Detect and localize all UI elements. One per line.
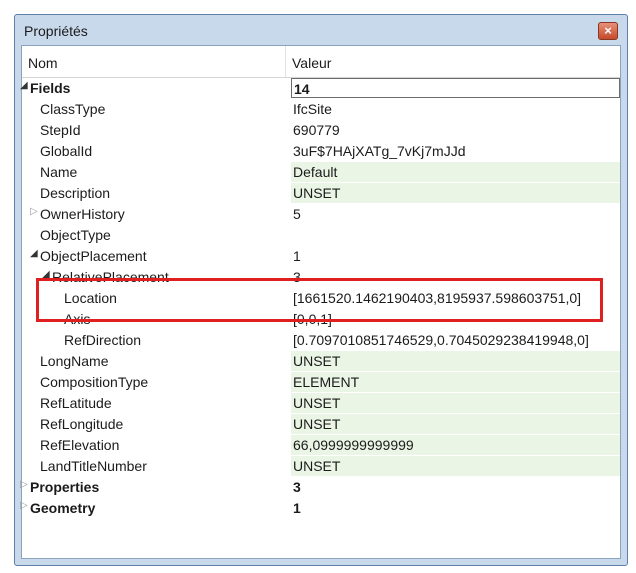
property-row[interactable]: LongName UNSET bbox=[22, 351, 620, 371]
property-value-cell[interactable]: UNSET bbox=[291, 393, 620, 413]
column-header-value[interactable]: Valeur bbox=[292, 55, 331, 71]
expand-arrow-icon[interactable]: ▷ bbox=[20, 479, 28, 490]
property-name: Name bbox=[40, 164, 78, 180]
property-row[interactable]: Description UNSET bbox=[22, 183, 620, 203]
property-value-cell[interactable]: IfcSite bbox=[291, 99, 620, 119]
property-name: Fields bbox=[30, 80, 71, 96]
property-value-cell[interactable]: 3 bbox=[291, 267, 620, 287]
property-name: CompositionType bbox=[40, 374, 149, 390]
property-grid: Nom Valeur ◢ Fields 14 ClassType IfcSite Step… bbox=[20, 45, 621, 559]
property-name: Properties bbox=[30, 479, 100, 495]
property-name: Description bbox=[40, 185, 111, 201]
expand-arrow-icon[interactable]: ▷ bbox=[30, 206, 38, 217]
property-row[interactable]: RefElevation 66,0999999999999 bbox=[22, 435, 620, 455]
property-row[interactable]: CompositionType ELEMENT bbox=[22, 372, 620, 392]
property-row[interactable]: ▷ OwnerHistory 5 bbox=[22, 204, 620, 224]
property-value-cell[interactable]: 14 bbox=[291, 78, 620, 98]
property-value: UNSET bbox=[293, 458, 341, 474]
property-value-cell[interactable]: [0.7097010851746529,0.7045029238419948,0… bbox=[291, 330, 620, 350]
property-row[interactable]: ObjectType bbox=[22, 225, 620, 245]
property-value: Default bbox=[293, 164, 338, 180]
property-name: LongName bbox=[40, 353, 109, 369]
properties-window: Propriétés × Nom Valeur ◢ Fields 14 ClassTy… bbox=[14, 14, 628, 566]
property-value-cell[interactable]: 690779 bbox=[291, 120, 620, 140]
property-value-cell[interactable]: [1661520.1462190403,8195937.598603751,0] bbox=[291, 288, 620, 308]
property-value: [1661520.1462190403,8195937.598603751,0] bbox=[293, 290, 582, 306]
property-value-cell[interactable]: UNSET bbox=[291, 414, 620, 434]
property-name: Geometry bbox=[30, 500, 96, 516]
property-name: ObjectType bbox=[40, 227, 111, 243]
property-name: RelativePlacement bbox=[52, 269, 169, 285]
property-row[interactable]: Axis [0,0,1] bbox=[22, 309, 620, 329]
expand-arrow-icon[interactable]: ▷ bbox=[20, 500, 28, 511]
property-value-cell[interactable]: UNSET bbox=[291, 456, 620, 476]
property-value-cell[interactable]: 1 bbox=[291, 498, 620, 518]
property-name: Location bbox=[64, 290, 117, 306]
property-value: 690779 bbox=[293, 122, 340, 138]
property-value-cell[interactable]: 3uF$7HAjXATg_7vKj7mJJd bbox=[291, 141, 620, 161]
property-value: 14 bbox=[294, 81, 310, 97]
property-value: UNSET bbox=[293, 185, 341, 201]
property-row[interactable]: StepId 690779 bbox=[22, 120, 620, 140]
property-value: UNSET bbox=[293, 395, 341, 411]
property-row[interactable]: Location [1661520.1462190403,8195937.5986… bbox=[22, 288, 620, 308]
property-value-cell[interactable]: [0,0,1] bbox=[291, 309, 620, 329]
property-value: 1 bbox=[293, 248, 301, 264]
property-value: 3 bbox=[293, 269, 301, 285]
property-name: LandTitleNumber bbox=[40, 458, 147, 474]
property-value-cell[interactable]: 5 bbox=[291, 204, 620, 224]
property-value: UNSET bbox=[293, 416, 341, 432]
property-row[interactable]: ▷ Properties 3 bbox=[20, 477, 620, 497]
property-value-cell[interactable]: 1 bbox=[291, 246, 620, 266]
property-value: UNSET bbox=[293, 353, 341, 369]
property-value: ELEMENT bbox=[293, 374, 360, 390]
property-value: 66,0999999999999 bbox=[293, 437, 414, 453]
property-row[interactable]: RefDirection [0.7097010851746529,0.704502… bbox=[22, 330, 620, 350]
property-value: 3uF$7HAjXATg_7vKj7mJJd bbox=[293, 143, 466, 159]
property-name: RefDirection bbox=[64, 332, 142, 348]
property-name: GlobalId bbox=[40, 143, 93, 159]
collapse-arrow-icon[interactable]: ◢ bbox=[20, 80, 28, 91]
property-row[interactable]: ◢ RelativePlacement 3 bbox=[22, 267, 620, 287]
property-value: 5 bbox=[293, 206, 301, 222]
property-row[interactable]: RefLatitude UNSET bbox=[22, 393, 620, 413]
property-row[interactable]: GlobalId 3uF$7HAjXATg_7vKj7mJJd bbox=[22, 141, 620, 161]
property-row[interactable]: ClassType IfcSite bbox=[22, 99, 620, 119]
property-value-cell[interactable]: UNSET bbox=[291, 183, 620, 203]
grid-header: Nom Valeur bbox=[22, 46, 620, 78]
property-row[interactable]: RefLongitude UNSET bbox=[22, 414, 620, 434]
property-value: IfcSite bbox=[293, 101, 332, 117]
property-row[interactable]: ▷ Geometry 1 bbox=[20, 498, 620, 518]
property-value-cell[interactable] bbox=[291, 225, 620, 245]
property-name: RefLatitude bbox=[40, 395, 112, 411]
collapse-arrow-icon[interactable]: ◢ bbox=[42, 269, 50, 280]
column-divider[interactable] bbox=[285, 46, 286, 77]
column-header-name[interactable]: Nom bbox=[28, 55, 58, 71]
property-name: ObjectPlacement bbox=[40, 248, 147, 264]
property-name: OwnerHistory bbox=[40, 206, 125, 222]
property-name: RefElevation bbox=[40, 437, 120, 453]
property-value-cell[interactable]: 66,0999999999999 bbox=[291, 435, 620, 455]
property-value: [0.7097010851746529,0.7045029238419948,0… bbox=[293, 332, 589, 348]
window-title: Propriétés bbox=[24, 23, 88, 39]
collapse-arrow-icon[interactable]: ◢ bbox=[30, 248, 38, 259]
property-value-cell[interactable]: 3 bbox=[291, 477, 620, 497]
property-name: RefLongitude bbox=[40, 416, 124, 432]
close-button[interactable]: × bbox=[598, 22, 618, 40]
property-name: Axis bbox=[64, 311, 91, 327]
property-name: ClassType bbox=[40, 101, 106, 117]
property-value-cell[interactable]: Default bbox=[291, 162, 620, 182]
property-value: 1 bbox=[293, 500, 301, 516]
property-row[interactable]: Name Default bbox=[22, 162, 620, 182]
property-row[interactable]: ◢ ObjectPlacement 1 bbox=[22, 246, 620, 266]
property-value: [0,0,1] bbox=[293, 311, 332, 327]
property-value: 3 bbox=[293, 479, 301, 495]
title-bar[interactable]: Propriétés × bbox=[15, 15, 627, 45]
property-value-cell[interactable]: ELEMENT bbox=[291, 372, 620, 392]
property-row[interactable]: LandTitleNumber UNSET bbox=[22, 456, 620, 476]
property-name: StepId bbox=[40, 122, 81, 138]
property-value-cell[interactable]: UNSET bbox=[291, 351, 620, 371]
property-row[interactable]: ◢ Fields 14 bbox=[20, 78, 620, 98]
